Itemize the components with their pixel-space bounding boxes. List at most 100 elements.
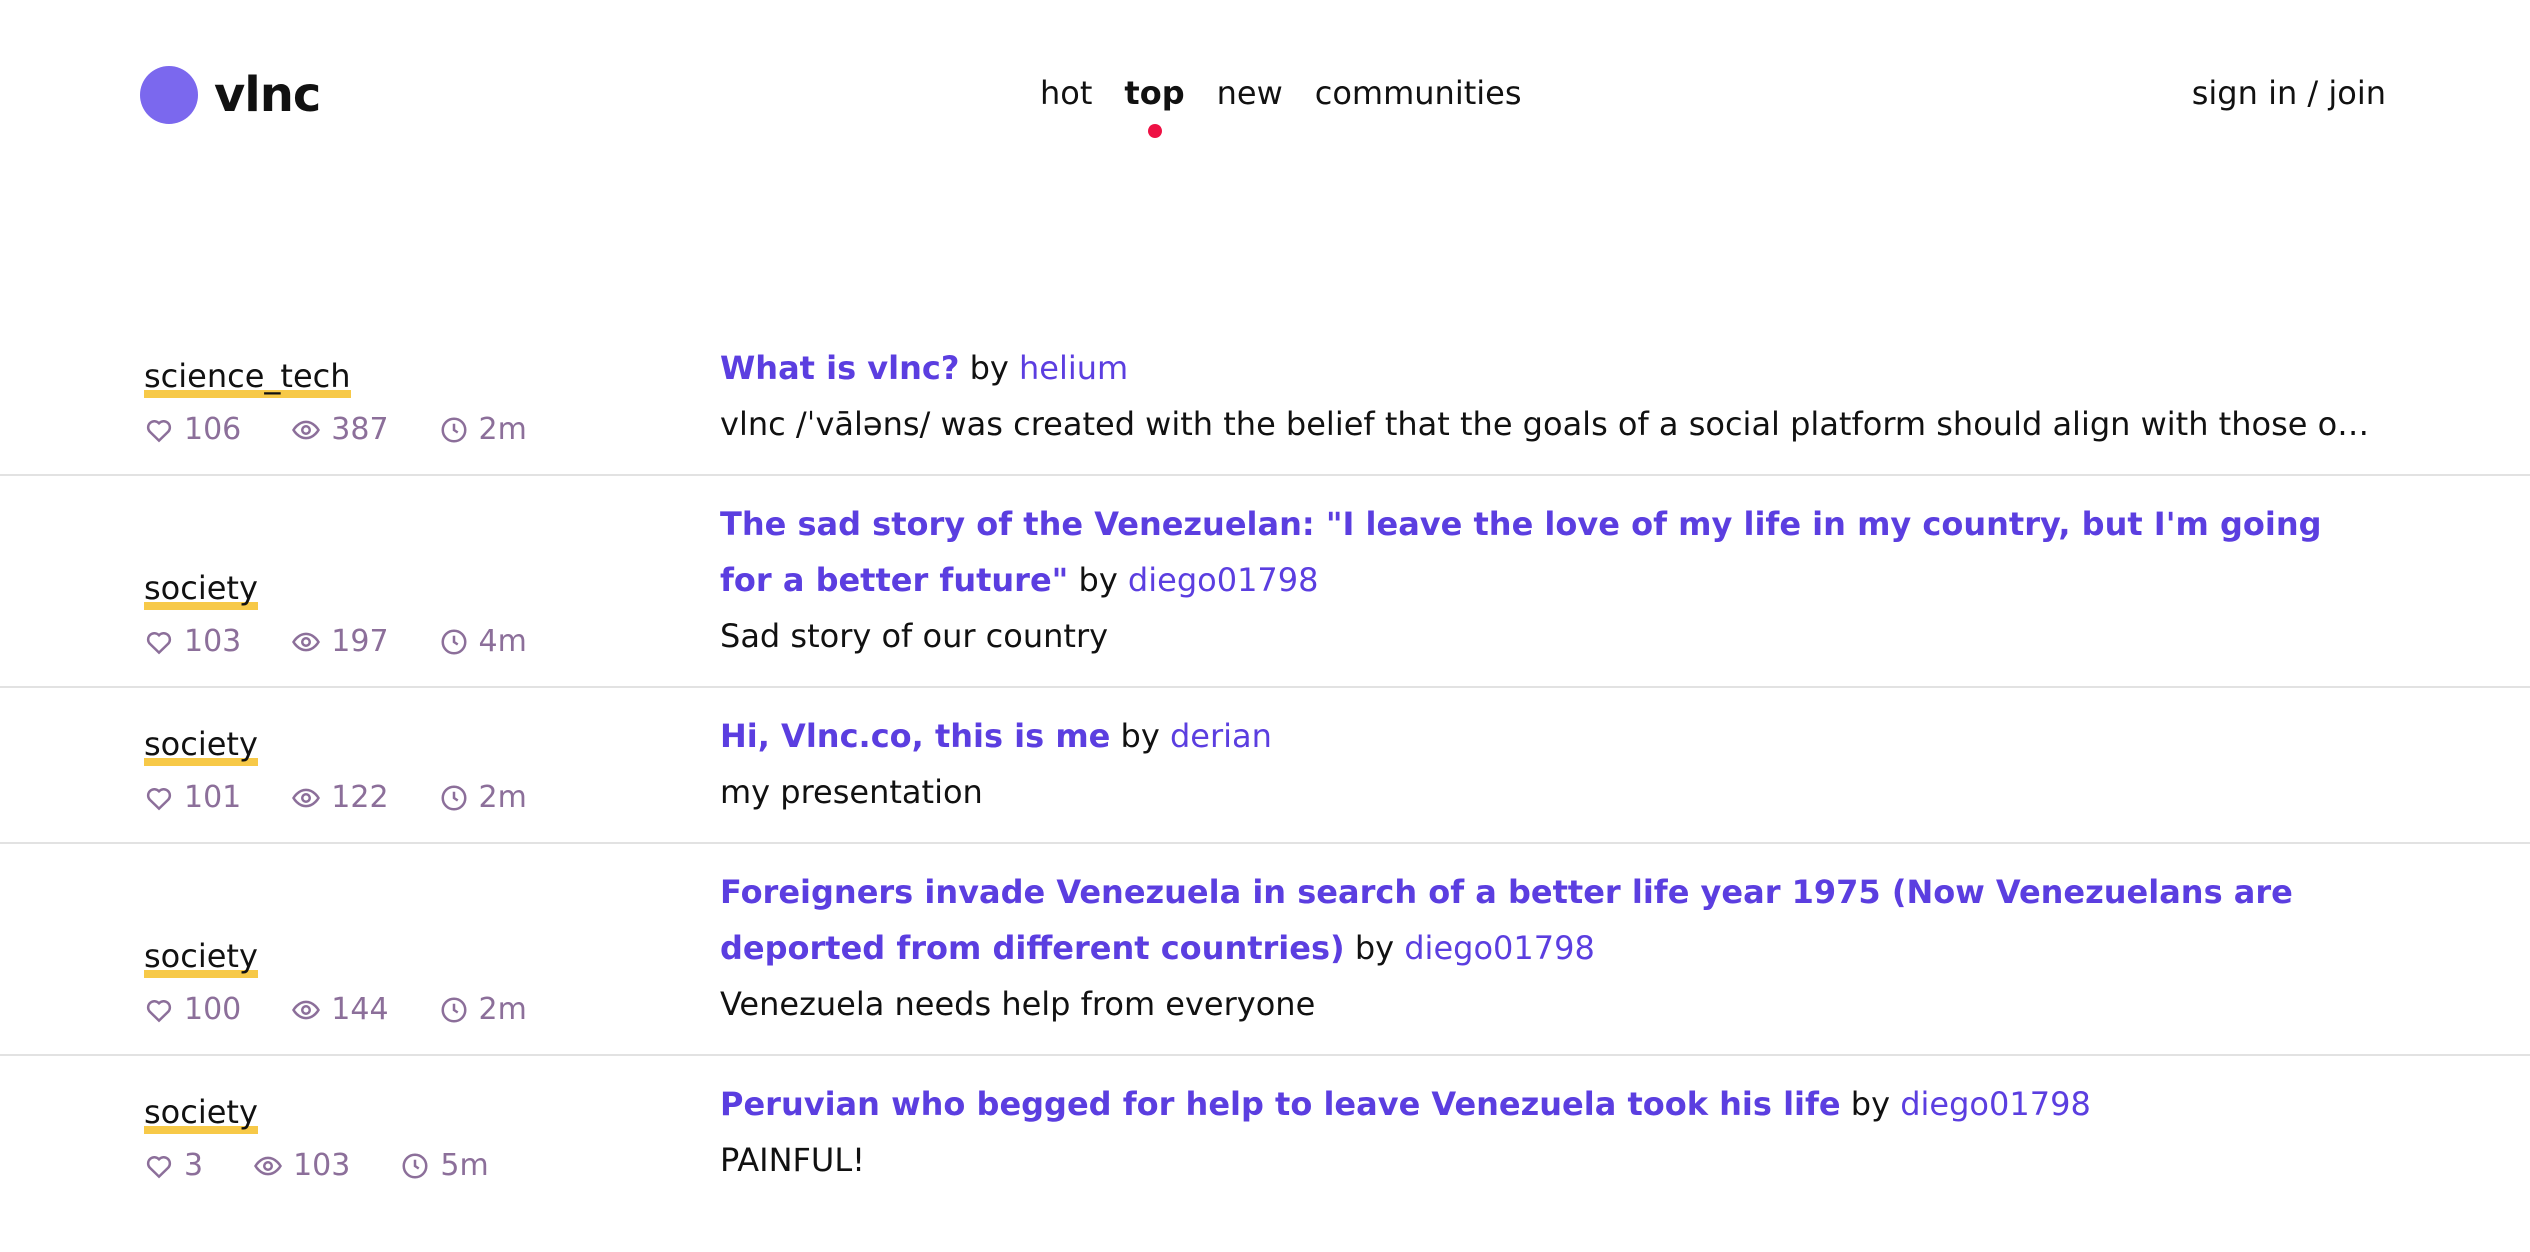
- post-title-link[interactable]: Hi, Vlnc.co, this is me: [720, 717, 1110, 755]
- post-stats: 101 122 2m: [144, 776, 704, 820]
- post-title-line: The sad story of the Venezuelan: "I leav…: [720, 496, 2380, 608]
- clock-icon: [441, 629, 467, 655]
- heart-icon: [146, 999, 172, 1023]
- post-body: Foreigners invade Venezuela in search of…: [720, 864, 2380, 1032]
- views-count: 144: [331, 992, 389, 1027]
- post-body: The sad story of the Venezuelan: "I leav…: [720, 496, 2380, 664]
- post-title-link[interactable]: The sad story of the Venezuelan: "I leav…: [720, 505, 2322, 599]
- by-label: by: [1120, 717, 1160, 755]
- likes-stat[interactable]: 106: [144, 408, 241, 452]
- post-meta: society 100 144 2m: [144, 936, 704, 1032]
- community-link[interactable]: society: [144, 724, 258, 766]
- likes-count: 100: [184, 992, 242, 1027]
- community-link[interactable]: society: [144, 936, 258, 978]
- post-excerpt: my presentation: [720, 773, 983, 811]
- brand-link[interactable]: vlnc: [140, 66, 321, 124]
- post-item: society 3 103 5m Peruvian who begged for…: [0, 1056, 2530, 1210]
- time-stat: 4m: [439, 620, 527, 664]
- post-title-link[interactable]: Peruvian who begged for help to leave Ve…: [720, 1085, 1841, 1123]
- heart-icon: [146, 419, 172, 443]
- community-link[interactable]: society: [144, 568, 258, 610]
- clock-icon: [402, 1153, 428, 1179]
- likes-count: 103: [184, 624, 242, 659]
- views-stat: 122: [291, 776, 389, 820]
- by-label: by: [1850, 1085, 1891, 1123]
- site-header: vlnc hot top new communities sign in / j…: [0, 0, 2530, 200]
- post-feed: science_tech 106 387 2m What is vlnc? by…: [0, 320, 2530, 1210]
- views-count: 197: [331, 624, 389, 659]
- by-label: by: [1078, 561, 1118, 599]
- likes-stat[interactable]: 101: [144, 776, 241, 820]
- clock-icon: [441, 785, 467, 811]
- post-stats: 103 197 4m: [144, 620, 704, 664]
- post-meta: science_tech 106 387 2m: [144, 356, 704, 452]
- views-count: 387: [331, 412, 389, 447]
- views-stat: 197: [291, 620, 389, 664]
- nav-communities[interactable]: communities: [1315, 74, 1522, 112]
- author-link[interactable]: diego01798: [1128, 561, 1319, 599]
- post-excerpt: vlnc /ˈvāləns/ was created with the beli…: [720, 405, 2380, 443]
- community-link[interactable]: science_tech: [144, 356, 351, 398]
- post-title-line: What is vlnc? by helium: [720, 340, 2380, 396]
- post-body: What is vlnc? by helium vlnc /ˈvāləns/ w…: [720, 340, 2380, 452]
- post-body: Hi, Vlnc.co, this is me by derian my pre…: [720, 708, 2380, 820]
- post-excerpt: PAINFUL!: [720, 1141, 865, 1179]
- read-time: 4m: [478, 624, 527, 659]
- time-stat: 5m: [400, 1144, 489, 1188]
- likes-stat[interactable]: 100: [144, 988, 241, 1032]
- community-link[interactable]: society: [144, 1092, 258, 1134]
- read-time: 2m: [478, 780, 527, 815]
- views-stat: 103: [253, 1144, 350, 1188]
- eye-icon: [292, 788, 321, 808]
- read-time: 2m: [478, 992, 527, 1027]
- eye-icon: [292, 632, 321, 652]
- post-title-line: Peruvian who begged for help to leave Ve…: [720, 1076, 2380, 1132]
- likes-count: 106: [184, 412, 242, 447]
- post-item: science_tech 106 387 2m What is vlnc? by…: [0, 320, 2530, 476]
- author-link[interactable]: derian: [1170, 717, 1272, 755]
- eye-icon: [292, 420, 321, 440]
- post-body: Peruvian who begged for help to leave Ve…: [720, 1076, 2380, 1188]
- author-link[interactable]: diego01798: [1900, 1085, 2091, 1123]
- nav-top[interactable]: top: [1124, 74, 1185, 138]
- post-title-line: Foreigners invade Venezuela in search of…: [720, 864, 2380, 976]
- brand-name: vlnc: [214, 67, 321, 123]
- logo-circle-icon: [140, 66, 198, 124]
- by-label: by: [969, 349, 1009, 387]
- author-link[interactable]: diego01798: [1404, 929, 1595, 967]
- by-label: by: [1354, 929, 1395, 967]
- read-time: 2m: [478, 412, 527, 447]
- post-meta: society 101 122 2m: [144, 724, 704, 820]
- nav-new[interactable]: new: [1217, 74, 1283, 112]
- post-excerpt: Venezuela needs help from everyone: [720, 985, 1316, 1023]
- active-indicator-dot: [1147, 124, 1162, 138]
- eye-icon: [292, 1000, 321, 1020]
- clock-icon: [441, 997, 467, 1023]
- clock-icon: [441, 417, 467, 443]
- views-stat: 144: [291, 988, 389, 1032]
- likes-stat[interactable]: 3: [144, 1144, 203, 1188]
- views-count: 122: [331, 780, 389, 815]
- post-meta: society 103 197 4m: [144, 568, 704, 664]
- sign-in-join-link[interactable]: sign in / join: [2192, 74, 2386, 112]
- likes-stat[interactable]: 103: [144, 620, 241, 664]
- post-title-link[interactable]: What is vlnc?: [720, 349, 959, 387]
- read-time: 5m: [440, 1148, 489, 1183]
- heart-icon: [146, 631, 172, 655]
- post-title-line: Hi, Vlnc.co, this is me by derian: [720, 708, 2380, 764]
- time-stat: 2m: [439, 776, 527, 820]
- likes-count: 3: [184, 1148, 204, 1183]
- heart-icon: [146, 787, 172, 811]
- views-count: 103: [293, 1148, 351, 1183]
- post-meta: society 3 103 5m: [144, 1092, 704, 1188]
- main-nav: hot top new communities: [1040, 74, 1522, 138]
- author-link[interactable]: helium: [1019, 349, 1128, 387]
- views-stat: 387: [291, 408, 389, 452]
- time-stat: 2m: [439, 988, 527, 1032]
- eye-icon: [254, 1156, 283, 1176]
- post-stats: 3 103 5m: [144, 1144, 704, 1188]
- time-stat: 2m: [439, 408, 527, 452]
- likes-count: 101: [184, 780, 242, 815]
- post-item: society 101 122 2m Hi, Vlnc.co, this is …: [0, 688, 2530, 844]
- nav-hot[interactable]: hot: [1040, 74, 1092, 112]
